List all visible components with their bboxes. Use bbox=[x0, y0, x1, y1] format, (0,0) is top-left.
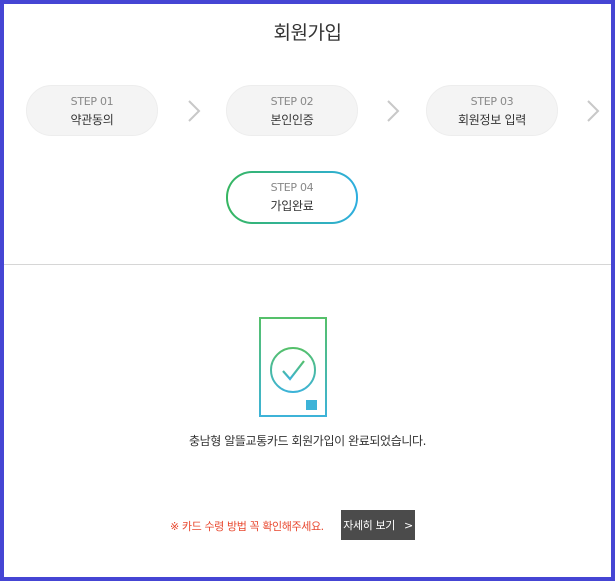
step-3-member-info: STEP 03 회원정보 입력 bbox=[426, 85, 558, 136]
chevron-right-icon bbox=[387, 100, 400, 122]
completion-message: 충남형 알뜰교통카드 회원가입이 완료되었습니다. bbox=[188, 434, 427, 448]
step-label: 회원정보 입력 bbox=[458, 113, 526, 127]
arrow-right-icon: > bbox=[403, 518, 413, 532]
step-label: 가입완료 bbox=[270, 199, 314, 213]
card-pickup-notice: ※ 카드 수령 방법 꼭 확인해주세요. bbox=[170, 520, 324, 533]
document-check-icon bbox=[259, 317, 327, 417]
chevron-right-icon bbox=[587, 100, 600, 122]
step-number: STEP 03 bbox=[470, 95, 514, 108]
section-divider bbox=[4, 264, 611, 265]
signup-complete-page: 회원가입 STEP 01 약관동의 STEP 02 본인인증 STEP 03 회… bbox=[4, 4, 611, 577]
step-number: STEP 04 bbox=[270, 181, 314, 194]
step-number: STEP 02 bbox=[270, 95, 314, 108]
step-label: 본인인증 bbox=[270, 113, 314, 127]
step-4-complete: STEP 04 가입완료 bbox=[226, 171, 358, 224]
view-details-button[interactable]: 자세히 보기 > bbox=[341, 510, 415, 540]
chevron-right-icon bbox=[188, 100, 201, 122]
step-number: STEP 01 bbox=[70, 95, 114, 108]
step-1-agreement: STEP 01 약관동의 bbox=[26, 85, 158, 136]
step-2-verification: STEP 02 본인인증 bbox=[226, 85, 358, 136]
step-label: 약관동의 bbox=[70, 113, 114, 127]
view-details-label: 자세히 보기 bbox=[343, 519, 395, 532]
page-title: 회원가입 bbox=[273, 22, 342, 44]
